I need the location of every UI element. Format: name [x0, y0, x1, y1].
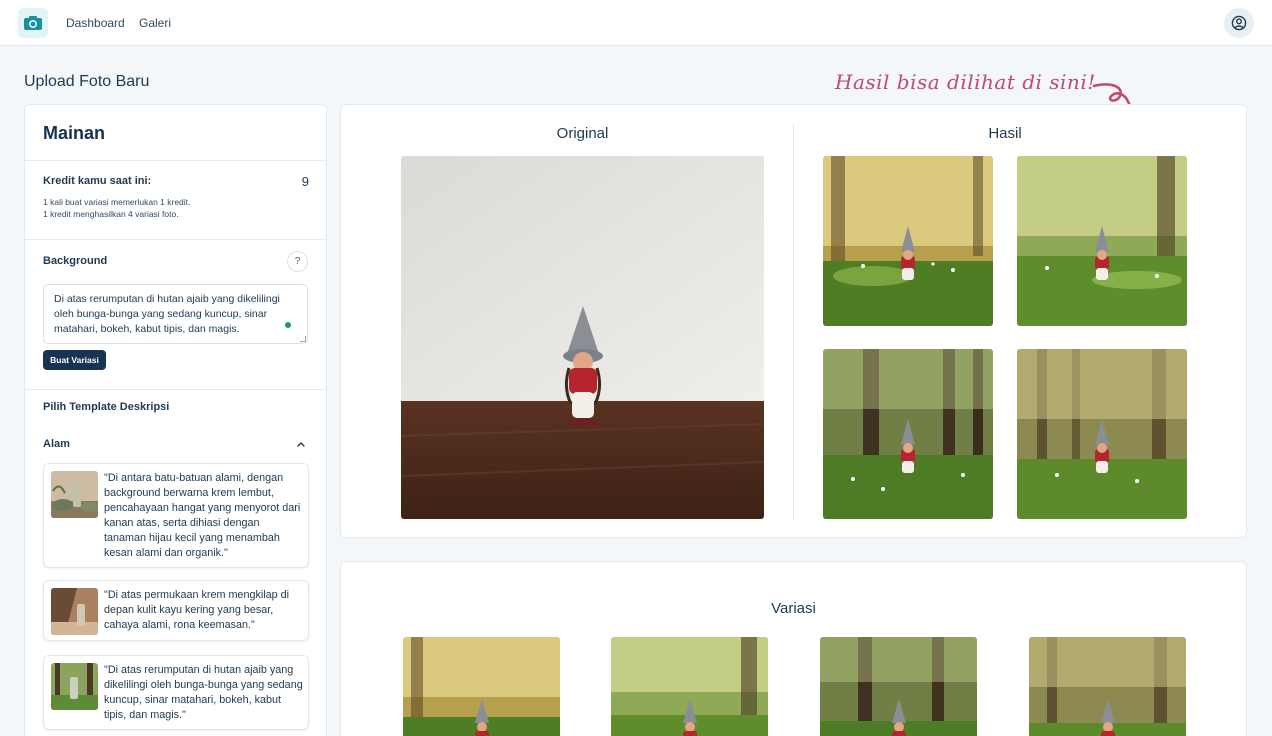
divider — [793, 123, 794, 521]
template-text: "Di atas rerumputan di hutan ajaib yang … — [104, 664, 303, 721]
help-button[interactable]: ? — [287, 251, 308, 272]
result-title: Hasil — [988, 125, 1022, 142]
template-section-label: Pilih Template Deskripsi — [43, 401, 170, 413]
forest-scene — [1017, 349, 1187, 519]
category-title: Mainan — [43, 123, 106, 143]
result-image[interactable] — [1017, 349, 1187, 519]
credit-note: 1 kredit menghasilkan 4 variasi foto. — [43, 209, 179, 219]
forest-scene — [403, 637, 560, 736]
credit-note: 1 kali buat variasi memerlukan 1 kredit. — [43, 197, 191, 207]
original-photo-scene — [401, 156, 764, 519]
template-thumbnail — [51, 663, 98, 710]
template-card[interactable]: "Di atas rerumputan di hutan ajaib yang … — [43, 655, 309, 730]
template-text: "Di antara batu-batuan alami, dengan bac… — [104, 472, 301, 559]
forest-scene — [1029, 637, 1186, 736]
settings-panel: Mainan Kredit kamu saat ini: 9 1 kali bu… — [24, 104, 327, 736]
variations-panel: Variasi — [340, 561, 1247, 736]
template-card[interactable]: "Di antara batu-batuan alami, dengan bac… — [43, 463, 309, 568]
credit-label: Kredit kamu saat ini: — [43, 175, 152, 187]
forest-scene — [1017, 156, 1187, 326]
credit-value: 9 — [301, 174, 309, 189]
forest-scene — [823, 349, 993, 519]
variation-image[interactable] — [403, 637, 560, 736]
template-thumbnail — [51, 588, 98, 635]
resize-handle[interactable] — [300, 336, 306, 342]
background-text: Di atas rerumputan di hutan ajaib yang d… — [54, 293, 280, 335]
variation-image[interactable] — [1029, 637, 1186, 736]
result-image[interactable] — [823, 349, 993, 519]
user-circle-icon[interactable] — [1224, 8, 1254, 38]
variation-image[interactable] — [820, 637, 977, 736]
forest-scene — [820, 637, 977, 736]
variations-title: Variasi — [771, 600, 816, 617]
original-photo[interactable] — [401, 156, 764, 519]
original-title: Original — [556, 125, 609, 142]
divider — [25, 389, 326, 390]
variation-image[interactable] — [611, 637, 768, 736]
camera-icon[interactable] — [18, 8, 48, 38]
nav-dashboard-link[interactable]: Dashboard — [66, 16, 125, 30]
forest-scene — [611, 637, 768, 736]
result-image[interactable] — [1017, 156, 1187, 326]
background-textarea[interactable]: Di atas rerumputan di hutan ajaib yang d… — [43, 284, 308, 344]
divider — [25, 160, 326, 161]
result-image[interactable] — [823, 156, 993, 326]
make-variation-button[interactable]: Buat Variasi — [43, 350, 106, 370]
accordion-alam[interactable]: Alam — [43, 438, 70, 450]
forest-scene — [823, 156, 993, 326]
background-label: Background — [43, 255, 108, 267]
page-title: Upload Foto Baru — [24, 73, 150, 90]
result-hint: Hasil bisa dilihat di sini! — [835, 70, 1096, 94]
top-navbar: Dashboard Galeri — [0, 0, 1272, 46]
status-dot — [285, 322, 291, 328]
chevron-up-icon[interactable] — [295, 438, 307, 450]
result-panel: Original Hasil — [340, 104, 1247, 538]
template-thumbnail — [51, 471, 98, 518]
template-card[interactable]: "Di atas permukaan krem mengkilap di dep… — [43, 580, 309, 641]
divider — [25, 239, 326, 240]
nav-galeri-link[interactable]: Galeri — [139, 16, 171, 30]
template-text: "Di atas permukaan krem mengkilap di dep… — [104, 589, 290, 631]
